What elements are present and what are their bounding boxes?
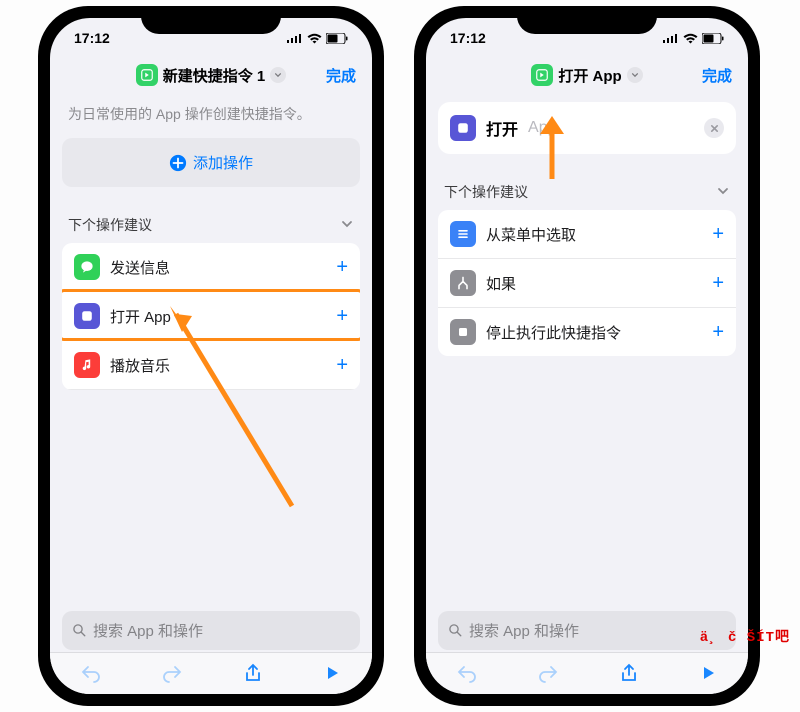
list-item-label: 停止执行此快捷指令 (486, 322, 702, 343)
header: 新建快捷指令 1 完成 (50, 58, 372, 96)
watermark: ä¸ č ŠÍT吧 (700, 626, 790, 646)
notch (141, 6, 281, 34)
list-item-label: 发送信息 (110, 257, 326, 278)
suggestion-list: 从菜单中选取 + 如果 + 停止执行此快捷指令 (438, 210, 736, 356)
undo-icon[interactable] (80, 663, 102, 688)
suggestion-list: 发送信息 + 打开 App + 播放音乐 (62, 243, 360, 390)
plus-icon[interactable]: + (336, 305, 348, 328)
redo-icon[interactable] (537, 663, 559, 688)
signal-icon (663, 33, 679, 43)
open-app-icon (450, 115, 476, 141)
plus-icon[interactable]: + (336, 256, 348, 279)
chevron-down-icon (340, 217, 354, 234)
search-input[interactable]: 搜索 App 和操作 (438, 611, 736, 650)
plus-icon[interactable]: + (336, 354, 348, 377)
done-button[interactable]: 完成 (326, 65, 356, 86)
search-input[interactable]: 搜索 App 和操作 (62, 611, 360, 650)
search-icon (72, 623, 87, 638)
list-item[interactable]: 从菜单中选取 + (438, 210, 736, 259)
open-label: 打开 (486, 116, 518, 140)
share-icon[interactable] (243, 663, 263, 688)
screen-left: 17:12 新建快捷指令 1 完成 (50, 18, 372, 694)
plus-icon[interactable]: + (712, 321, 724, 344)
plus-icon[interactable]: + (712, 272, 724, 295)
plus-icon[interactable]: + (712, 223, 724, 246)
list-item[interactable]: 播放音乐 + (62, 341, 360, 390)
search-icon (448, 623, 463, 638)
phone-left: 17:12 新建快捷指令 1 完成 (38, 6, 384, 706)
notch (517, 6, 657, 34)
status-icons (287, 33, 348, 44)
list-item-label: 如果 (486, 273, 702, 294)
battery-icon (326, 33, 348, 44)
phone-right: 17:12 打开 App 完成 (414, 6, 760, 706)
shortcut-app-icon (531, 64, 553, 86)
screen-right: 17:12 打开 App 完成 (426, 18, 748, 694)
section-header[interactable]: 下个操作建议 (62, 187, 360, 243)
battery-icon (702, 33, 724, 44)
list-item-label: 从菜单中选取 (486, 224, 702, 245)
section-header[interactable]: 下个操作建议 (438, 154, 736, 210)
list-item-label: 播放音乐 (110, 355, 326, 376)
menu-icon (450, 221, 476, 247)
plus-circle-icon (169, 154, 187, 172)
music-icon (74, 352, 100, 378)
list-item[interactable]: 停止执行此快捷指令 + (438, 308, 736, 356)
list-item[interactable]: 发送信息 + (62, 243, 360, 292)
wifi-icon (683, 33, 698, 44)
done-button[interactable]: 完成 (702, 65, 732, 86)
open-action-card[interactable]: 打开 App (438, 102, 736, 154)
status-time: 17:12 (450, 30, 486, 46)
list-item[interactable]: 打开 App + (62, 292, 360, 341)
section-title: 下个操作建议 (444, 182, 528, 202)
header: 打开 App 完成 (426, 58, 748, 96)
search-placeholder: 搜索 App 和操作 (93, 620, 203, 641)
signal-icon (287, 33, 303, 43)
search-placeholder: 搜索 App 和操作 (469, 620, 579, 641)
list-item[interactable]: 如果 + (438, 259, 736, 308)
share-icon[interactable] (619, 663, 639, 688)
wifi-icon (307, 33, 322, 44)
helper-text: 为日常使用的 App 操作创建快捷指令。 (62, 96, 360, 138)
shortcut-app-icon (136, 64, 158, 86)
chevron-down-icon[interactable] (627, 67, 643, 83)
undo-icon[interactable] (456, 663, 478, 688)
status-icons (663, 33, 724, 44)
add-action-button[interactable]: 添加操作 (62, 138, 360, 187)
redo-icon[interactable] (161, 663, 183, 688)
chevron-down-icon[interactable] (270, 67, 286, 83)
status-time: 17:12 (74, 30, 110, 46)
stop-icon (450, 319, 476, 345)
page-title: 打开 App (558, 65, 621, 86)
header-title-group[interactable]: 打开 App (440, 64, 734, 86)
messages-icon (74, 254, 100, 280)
clear-button[interactable] (704, 118, 724, 138)
list-item-label: 打开 App (110, 306, 326, 327)
play-icon[interactable] (322, 663, 342, 688)
app-placeholder[interactable]: App (528, 119, 556, 137)
open-app-icon (74, 303, 100, 329)
bottom-toolbar (50, 652, 372, 694)
chevron-down-icon (716, 184, 730, 201)
header-title-group[interactable]: 新建快捷指令 1 (64, 64, 358, 86)
play-icon[interactable] (698, 663, 718, 688)
bottom-toolbar (426, 652, 748, 694)
page-title: 新建快捷指令 1 (163, 65, 266, 86)
section-title: 下个操作建议 (68, 215, 152, 235)
close-icon (710, 124, 719, 133)
if-icon (450, 270, 476, 296)
add-action-label: 添加操作 (193, 152, 253, 173)
